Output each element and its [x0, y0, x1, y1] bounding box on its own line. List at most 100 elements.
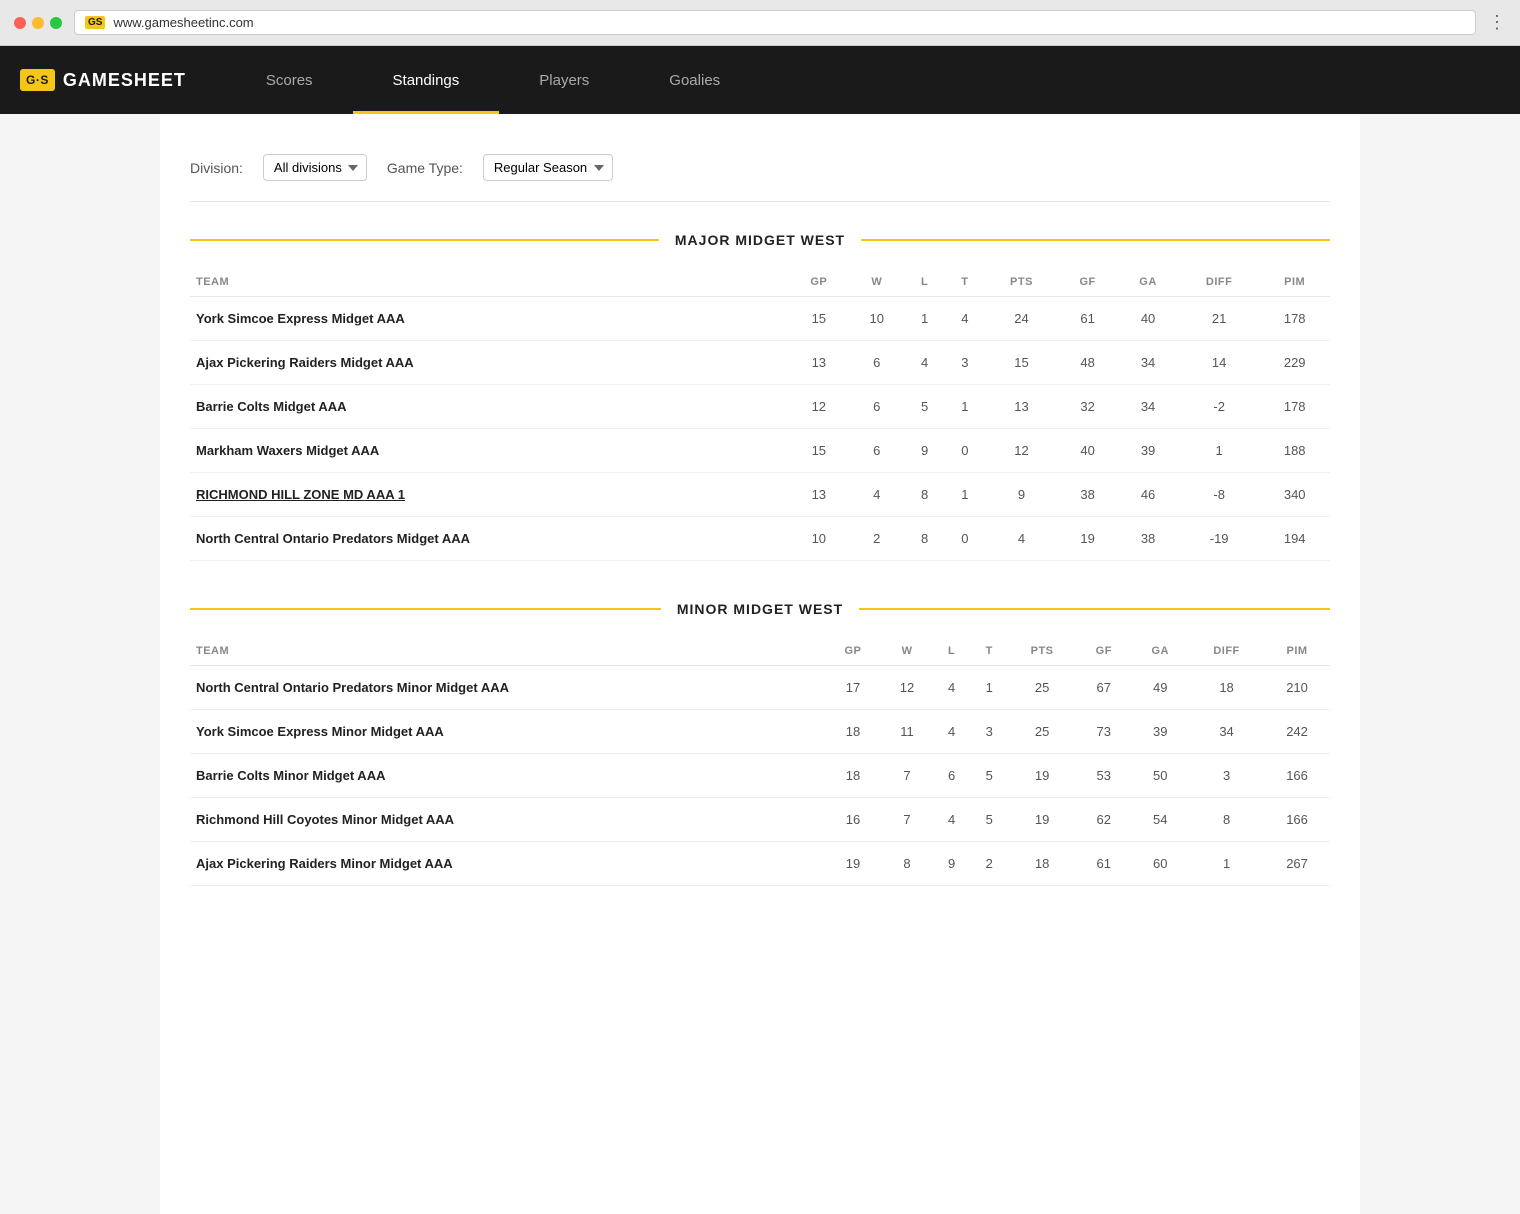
cell-diff: -19	[1179, 517, 1259, 561]
cell-l: 8	[904, 517, 944, 561]
table-row[interactable]: RICHMOND HILL ZONE MD AAA 11348193846-83…	[190, 473, 1330, 517]
table-row[interactable]: Ajax Pickering Raiders Midget AAA1364315…	[190, 341, 1330, 385]
col-header-pts: PTS	[985, 268, 1058, 297]
cell-gf: 73	[1076, 710, 1131, 754]
cell-pim: 178	[1259, 297, 1330, 341]
table-row[interactable]: Richmond Hill Coyotes Minor Midget AAA16…	[190, 798, 1330, 842]
cell-ga: 50	[1131, 754, 1189, 798]
team-name-cell: Ajax Pickering Raiders Minor Midget AAA	[190, 842, 825, 886]
cell-pim: 194	[1259, 517, 1330, 561]
cell-pim: 166	[1264, 754, 1330, 798]
cell-w: 7	[881, 798, 933, 842]
table-row[interactable]: North Central Ontario Predators Midget A…	[190, 517, 1330, 561]
cell-pim: 242	[1264, 710, 1330, 754]
standings-table-1: TEAMGPWLTPTSGFGADIFFPIMNorth Central Ont…	[190, 637, 1330, 886]
cell-w: 4	[849, 473, 904, 517]
cell-gf: 53	[1076, 754, 1131, 798]
cell-gp: 16	[825, 798, 881, 842]
cell-gp: 10	[789, 517, 850, 561]
col-header-w: W	[849, 268, 904, 297]
cell-gp: 13	[789, 473, 850, 517]
col-header-gf: GF	[1076, 637, 1131, 666]
table-row[interactable]: Ajax Pickering Raiders Minor Midget AAA1…	[190, 842, 1330, 886]
table-row[interactable]: York Simcoe Express Minor Midget AAA1811…	[190, 710, 1330, 754]
cell-t: 0	[945, 429, 985, 473]
cell-w: 6	[849, 385, 904, 429]
cell-gp: 15	[789, 429, 850, 473]
gametype-filter-label: Game Type:	[387, 160, 463, 176]
team-name-cell: North Central Ontario Predators Midget A…	[190, 517, 789, 561]
nav-item-standings[interactable]: Standings	[353, 46, 500, 114]
division-line-left	[190, 608, 661, 610]
table-row[interactable]: Barrie Colts Midget AAA12651133234-2178	[190, 385, 1330, 429]
main-content: Division: All divisions Game Type: Regul…	[160, 114, 1360, 1214]
col-header-l: L	[904, 268, 944, 297]
nav-item-scores[interactable]: Scores	[226, 46, 353, 114]
table-row[interactable]: York Simcoe Express Midget AAA1510142461…	[190, 297, 1330, 341]
cell-gf: 48	[1058, 341, 1117, 385]
table-row[interactable]: North Central Ontario Predators Minor Mi…	[190, 666, 1330, 710]
browser-dots	[14, 17, 62, 29]
col-header-ga: GA	[1131, 637, 1189, 666]
close-dot[interactable]	[14, 17, 26, 29]
cell-pim: 210	[1264, 666, 1330, 710]
team-name-cell: North Central Ontario Predators Minor Mi…	[190, 666, 825, 710]
cell-t: 2	[970, 842, 1008, 886]
cell-pts: 24	[985, 297, 1058, 341]
cell-ga: 49	[1131, 666, 1189, 710]
cell-t: 3	[945, 341, 985, 385]
nav-item-goalies[interactable]: Goalies	[629, 46, 760, 114]
cell-ga: 39	[1117, 429, 1179, 473]
division-title: MAJOR MIDGET WEST	[659, 232, 861, 248]
cell-gp: 18	[825, 710, 881, 754]
favicon: GS	[85, 16, 105, 29]
browser-chrome: GS www.gamesheetinc.com ⋮	[0, 0, 1520, 46]
cell-t: 1	[945, 385, 985, 429]
cell-pts: 25	[1008, 666, 1076, 710]
team-name-cell: Barrie Colts Minor Midget AAA	[190, 754, 825, 798]
cell-pts: 15	[985, 341, 1058, 385]
table-row[interactable]: Barrie Colts Minor Midget AAA18765195350…	[190, 754, 1330, 798]
cell-gf: 40	[1058, 429, 1117, 473]
cell-l: 6	[933, 754, 971, 798]
cell-t: 3	[970, 710, 1008, 754]
cell-diff: -8	[1179, 473, 1259, 517]
url-bar[interactable]: GS www.gamesheetinc.com	[74, 10, 1476, 35]
cell-l: 9	[933, 842, 971, 886]
cell-l: 5	[904, 385, 944, 429]
maximize-dot[interactable]	[50, 17, 62, 29]
cell-t: 5	[970, 754, 1008, 798]
cell-w: 7	[881, 754, 933, 798]
col-header-pts: PTS	[1008, 637, 1076, 666]
browser-menu-icon[interactable]: ⋮	[1488, 12, 1506, 33]
col-header-t: T	[970, 637, 1008, 666]
logo-area: G·S GAMESHEET	[20, 69, 186, 91]
division-title: MINOR MIDGET WEST	[661, 601, 859, 617]
col-header-pim: PIM	[1259, 268, 1330, 297]
cell-gp: 12	[789, 385, 850, 429]
cell-gf: 38	[1058, 473, 1117, 517]
cell-gf: 19	[1058, 517, 1117, 561]
division-select[interactable]: All divisions	[263, 154, 367, 181]
division-header-0: MAJOR MIDGET WEST	[190, 232, 1330, 248]
col-header-l: L	[933, 637, 971, 666]
cell-ga: 34	[1117, 341, 1179, 385]
division-line-right	[861, 239, 1330, 241]
cell-ga: 39	[1131, 710, 1189, 754]
cell-l: 8	[904, 473, 944, 517]
cell-gf: 67	[1076, 666, 1131, 710]
cell-l: 4	[933, 798, 971, 842]
gametype-select[interactable]: Regular Season	[483, 154, 613, 181]
divisions-container: MAJOR MIDGET WEST TEAMGPWLTPTSGFGADIFFPI…	[190, 232, 1330, 886]
cell-pts: 12	[985, 429, 1058, 473]
division-section-1: MINOR MIDGET WEST TEAMGPWLTPTSGFGADIFFPI…	[190, 601, 1330, 886]
col-header-diff: DIFF	[1189, 637, 1264, 666]
cell-pim: 229	[1259, 341, 1330, 385]
cell-t: 1	[945, 473, 985, 517]
nav-item-players[interactable]: Players	[499, 46, 629, 114]
logo-text: GAMESHEET	[63, 70, 186, 91]
cell-t: 0	[945, 517, 985, 561]
team-name-cell: Ajax Pickering Raiders Midget AAA	[190, 341, 789, 385]
table-row[interactable]: Markham Waxers Midget AAA156901240391188	[190, 429, 1330, 473]
minimize-dot[interactable]	[32, 17, 44, 29]
